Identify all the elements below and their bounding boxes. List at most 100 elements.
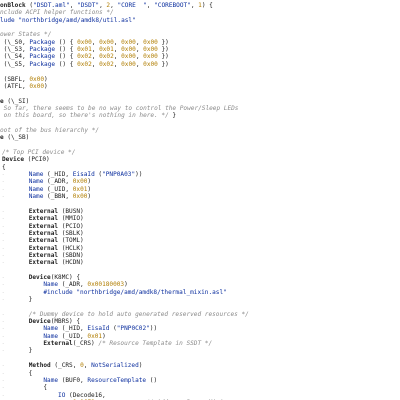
code-token: (TOML): [58, 237, 84, 245]
code-token: (MMIO): [58, 215, 84, 223]
code-token: ower States */: [0, 31, 52, 39]
code-token: (\_SI): [3, 97, 30, 105]
code-token: "PNP0A03": [102, 171, 136, 179]
code-token: }): [157, 60, 169, 68]
code-token: (ATFL,: [0, 82, 30, 90]
code-token: 0x01: [87, 332, 103, 340]
code-token: 0x00: [99, 38, 114, 46]
code-token: 0x00: [143, 53, 158, 61]
code-token: /* Resource Template in SSDT */: [98, 340, 213, 348]
code-token: /* Top PCI device */: [2, 149, 76, 156]
code-token: ): [44, 75, 48, 83]
code-token: "DSDT.aml": [33, 2, 70, 9]
code-token: (\_SB): [3, 134, 30, 142]
code-token: 0x02: [99, 53, 114, 61]
code-token: 0x00: [143, 46, 158, 54]
code-token: Name: [28, 171, 44, 179]
code-token: (K8MC) {: [50, 273, 81, 281]
code-token: (\_S3,: [0, 46, 30, 54]
code-token: 0x00: [77, 38, 92, 46]
code-token: (_HID,: [58, 325, 88, 333]
code-token: 0x01: [99, 46, 114, 54]
code-token: nclude ACPI helper functions */: [0, 9, 114, 17]
code-token: (_HID,: [43, 171, 73, 179]
code-token: (_CRS,: [50, 362, 81, 370]
code-token: (BUSN): [58, 207, 84, 215]
code-token: (SBDN): [58, 251, 84, 259]
code-token: () {: [55, 38, 78, 46]
code-token: onBlock: [0, 2, 26, 9]
code-token: Name: [28, 178, 44, 186]
code-token: (_ADR,: [58, 281, 88, 289]
code-token: Package: [29, 46, 56, 54]
code-token: 0x00: [121, 53, 136, 61]
code-token: () {: [55, 60, 78, 68]
code-token: 0x00: [121, 60, 136, 68]
code-editor[interactable]: onBlock ("DSDT.aml", "DSDT", 2, "CORE ",…: [0, 0, 400, 400]
code-token: External: [28, 207, 59, 215]
code-token: Device: [28, 318, 51, 326]
code-token: ): [102, 332, 106, 340]
code-token: ,: [83, 362, 92, 370]
code-token: (SBLK): [58, 229, 84, 237]
code-token: "DSDT": [77, 2, 100, 9]
code-token: Device: [28, 273, 51, 281]
code-token: (SBFL,: [0, 75, 30, 83]
code-token: /* Dummy device to hold auto generated r…: [28, 310, 249, 318]
code-token: (_BBN,: [43, 193, 73, 201]
code-token: (_CRS): [72, 340, 99, 348]
code-token: ,: [91, 38, 100, 46]
code-token: Name: [43, 332, 59, 340]
code-token: Name: [43, 325, 59, 333]
code-token: }: [14, 296, 33, 303]
code-token: Name: [28, 193, 44, 201]
code-token: (Decode16,: [65, 391, 106, 399]
code-token: 0x02: [99, 60, 114, 68]
code-token: ): [87, 178, 92, 186]
code-token: 0x00: [143, 38, 158, 46]
code-token: ): [87, 185, 92, 193]
code-token: (): [146, 376, 158, 384]
code-token: Name: [43, 376, 59, 384]
code-token: EisaId: [72, 171, 95, 179]
code-token: oot of the bus hierarchy */: [0, 126, 100, 134]
code-token: Name: [28, 185, 44, 193]
code-token: }): [157, 38, 169, 46]
code-token: 0x00: [72, 178, 88, 186]
code-token: ): [138, 362, 143, 370]
code-token: Name: [43, 281, 59, 289]
code-token: 0x02: [77, 60, 92, 68]
code-token: External: [43, 340, 73, 348]
code-token: External: [28, 237, 59, 245]
code-token: {: [14, 384, 48, 392]
code-token: EisaId: [87, 325, 110, 333]
code-token: (HCLK): [58, 244, 84, 252]
code-token: Method: [28, 362, 51, 370]
code-token: (_UID,: [43, 185, 73, 193]
code-token: "CORE ": [117, 2, 147, 9]
code-token: (: [109, 325, 117, 333]
code-token: )): [135, 171, 143, 179]
code-token: External: [28, 244, 59, 252]
code-token: (MBRS) {: [50, 318, 81, 326]
code-token: External: [28, 259, 59, 267]
code-token: 0x00180003: [87, 281, 125, 289]
code-token: }: [14, 347, 33, 355]
code-token: External: [28, 215, 59, 223]
